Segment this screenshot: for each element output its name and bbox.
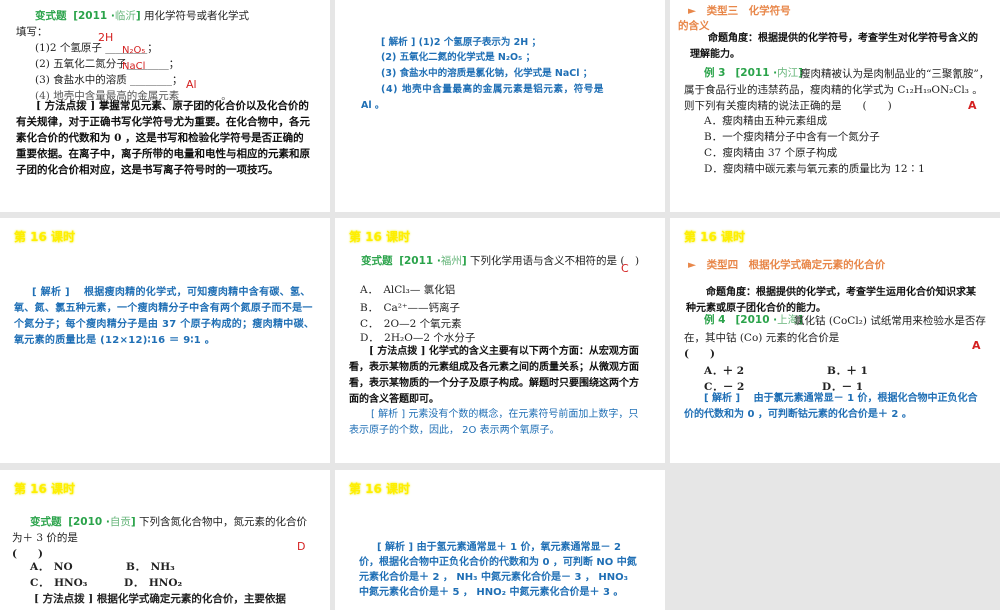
question-text: 变式题 [2010 ·自贡] 下列含氮化合物中，氮元素的化合价为＋ 3 价的是: [12, 516, 308, 544]
option-b: B．一个瘦肉精分子中含有一个氮分子: [704, 131, 880, 143]
slide-thumbnail-2[interactable]: [ 解析 ] (1)2 个氢原子表示为 2H ； (2) 五氧化二氮的化学式是 …: [335, 0, 665, 212]
method-tip: [ 方法点拨 ] 化学式的含义主要有以下两个方面：从宏观方面看，表示某物质的元素…: [349, 346, 639, 405]
analysis-text: [ 解析 ] 根据瘦肉精的化学式，可知瘦肉精中含有碳、氢、氧、氮、氯五种元素，一…: [14, 287, 315, 346]
slide-header: 第 16 课时: [349, 230, 411, 244]
analysis-line: (4) 地壳中含量最高的金属元素是铝元素，符号是: [381, 84, 605, 95]
slide-header: 第 16 课时: [14, 482, 76, 496]
slide-header: 第 16 课时: [349, 482, 411, 496]
analysis-text: [ 解析 ] 元素没有个数的概念，在元素符号前面加上数字，只表示原子的个数，因此…: [349, 409, 639, 436]
option-c: C． 2O—2 个氧元素: [360, 318, 462, 330]
proposition-angle: 命题角度：根据提供的化学符号，考查学生对化学符号含义的理解能力。: [690, 33, 978, 60]
question-text: 变式题 [2011 ·福州] 下列化学用语与含义不相符的是 ( ): [361, 255, 640, 267]
question-text: 氯化钴 (CoCl₂) 试纸常用来检验水是否存在，其中钴 (Co) 元素的化合价…: [684, 315, 986, 344]
slide-thumbnail-8[interactable]: 第 16 课时 [ 解析 ] 由于氢元素通常显＋ 1 价，氧元素通常显－ 2 价…: [335, 470, 665, 610]
option-b: B． NH₃: [126, 561, 175, 573]
analysis-text: [ 解析 ] 由于氢元素通常显＋ 1 价，氧元素通常显－ 2 价，根据化合物中正…: [359, 542, 637, 598]
item-2: (2) 五氧化二氮分子________；: [35, 58, 180, 70]
option-c: C． HNO₃: [30, 577, 88, 589]
analysis-line: [ 解析 ] (1)2 个氢原子表示为 2H ；: [381, 37, 541, 48]
method-tip: [ 方法点拨 ] 掌握常见元素、原子团的化合价以及化合价的有关规律，对于正确书写…: [16, 100, 310, 176]
analysis-line: (3) 食盐水中的溶质是氯化钠，化学式是 NaCl ；: [381, 68, 593, 79]
slide-header: 第 16 课时: [14, 230, 76, 244]
slide-thumbnail-7[interactable]: 第 16 课时 变式题 [2010 ·自贡] 下列含氮化合物中，氮元素的化合价为…: [0, 470, 330, 610]
answer: A: [972, 339, 981, 352]
option-b: B． Ca²⁺——钙离子: [360, 302, 461, 314]
slide-thumbnail-3[interactable]: ► 类型三 化学符号的含义 命题角度：根据提供的化学符号，考查学生对化学符号含义…: [670, 0, 1000, 212]
answer-4: Al: [186, 78, 197, 91]
answer: C: [621, 262, 629, 275]
option-a: A．瘦肉精由五种元素组成: [704, 115, 828, 127]
answer-2: N₂O₅: [122, 45, 146, 56]
answer-3: NaCl: [122, 61, 146, 72]
option-a: A． NO: [30, 561, 73, 573]
item-3: (3) 食盐水中的溶质 ________；: [35, 74, 183, 86]
slide-thumbnail-6[interactable]: 第 16 课时 ► 类型四 根据化学式确定元素的化合价 命题角度：根据提供的化学…: [670, 218, 1000, 463]
answer: A: [968, 99, 977, 112]
option-c: C．瘦肉精由 37 个原子构成: [704, 147, 838, 159]
analysis-text: [ 解析 ] 由于氯元素通常显－ 1 价，根据化合物中正负化合价的代数和为 0 …: [684, 393, 978, 420]
analysis-line: Al 。: [361, 100, 385, 111]
question-line-2: 填写：: [16, 26, 48, 38]
answer-1: 2H: [98, 31, 114, 44]
analysis-line: (2) 五氧化二氮的化学式是 N₂O₅ ；: [381, 52, 536, 63]
slide-thumbnail-5[interactable]: 第 16 课时 变式题 [2011 ·福州] 下列化学用语与含义不相符的是 ( …: [335, 218, 665, 463]
type-heading: ► 类型三 化学符号的含义: [678, 5, 791, 32]
answer: D: [297, 540, 306, 553]
answer-bracket: ( ): [684, 348, 715, 360]
type-heading: ► 类型四 根据化学式确定元素的化合价: [688, 259, 886, 271]
option-d: D． HNO₂: [124, 577, 183, 589]
question-line: 变式题 [2011 ·临沂] 用化学符号或者化学式: [35, 10, 250, 22]
option-a: A． AlCl₃— 氯化铝: [360, 284, 456, 296]
option-d: D．瘦肉精中碳元素与氧元素的质量比为 12∶1: [704, 163, 925, 175]
slide-header: 第 16 课时: [684, 230, 746, 244]
question-text: 瘦肉精被认为是肉制品业的“三聚氰胺”，属于食品行业的违禁药品，瘦肉精的化学式为 …: [684, 68, 990, 112]
option-b: B．＋ 1: [827, 365, 868, 377]
slide-thumbnail-1[interactable]: 变式题 [2011 ·临沂] 用化学符号或者化学式 填写： (1)2 个氢原子 …: [0, 0, 330, 212]
option-a: A．＋ 2: [704, 365, 745, 377]
slide-thumbnail-4[interactable]: 第 16 课时 [ 解析 ] 根据瘦肉精的化学式，可知瘦肉精中含有碳、氢、氧、氮…: [0, 218, 330, 463]
